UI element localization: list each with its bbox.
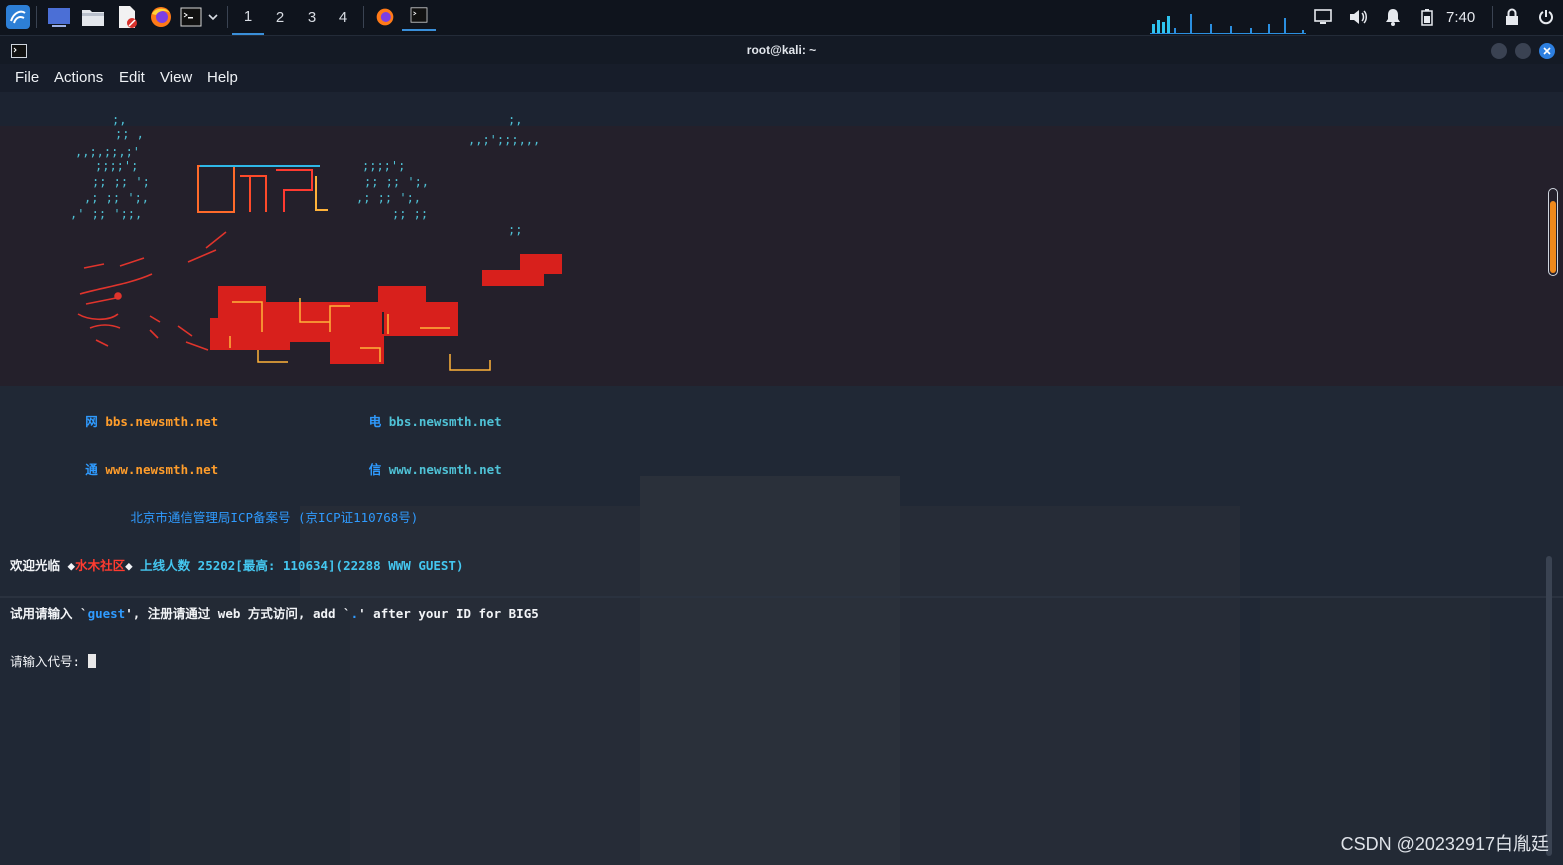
terminal-window: ;, ;; , ,,;,;;,;' ;;;;'; ;; ;; '; ,; ;; … [0,36,1563,865]
lock-icon[interactable] [1502,4,1522,30]
svg-text:,' ;; ';;,: ,' ;; ';;, [70,207,142,221]
svg-text:,,;';;;,,,: ,,;';;;,,, [468,133,540,147]
volume-icon[interactable] [1347,4,1369,30]
cpu-usage-graph [1150,14,1306,34]
svg-text:;,: ;, [508,113,522,127]
terminal-output[interactable]: 网 bbs.newsmth.net 电 bbs.newsmth.net 通 ww… [10,382,539,702]
terminal-line: 欢迎光临 ◆水木社区◆ 上线人数 25202[最高: 110634](22288… [10,558,539,574]
svg-text:;,: ;, [112,113,126,127]
isp-label: 通 [85,462,98,477]
menu-file[interactable]: File [15,69,39,86]
guest-hint: 试用请输入 ` [10,606,88,621]
svg-text:;; ;; ';: ;; ;; '; [92,175,150,189]
window-titlebar[interactable]: root@kali: ~ [0,36,1563,64]
svg-text:;; ;;: ;; ;; [392,207,428,221]
workspace-2[interactable]: 2 [264,0,296,35]
svg-text:,,;,;;,;': ,,;,;;,;' [75,145,140,159]
panel-separator [1492,6,1493,28]
desktop-icon[interactable] [46,4,72,30]
big5-dot: . [350,606,359,621]
text-editor-icon[interactable] [114,4,140,30]
csdn-watermark: CSDN @20232917白胤廷 [1340,834,1549,854]
firefox-icon[interactable] [148,4,174,30]
workspace-1[interactable]: 1 [232,0,264,35]
minimize-button[interactable] [1491,43,1507,59]
welcome-text: ◆ [125,558,141,573]
terminal-line: 试用请输入 `guest', 注册请通过 web 方式访问, add `.' a… [10,606,539,622]
welcome-text: 欢迎光临 ◆ [10,558,76,573]
window-title: root@kali: ~ [746,43,817,57]
workspace-3[interactable]: 3 [296,0,328,35]
menu-view[interactable]: View [160,69,192,86]
workspace-4[interactable]: 4 [327,0,359,35]
svg-text:;;: ;; [508,223,522,237]
maximize-button[interactable] [1515,43,1531,59]
taskbar-firefox-icon[interactable] [372,4,398,30]
terminal-icon[interactable] [179,4,203,30]
kali-menu-icon[interactable] [4,4,32,30]
host-link: bbs.newsmth.net [388,414,502,429]
svg-text:,; ;; ';,: ,; ;; ';, [84,191,149,205]
svg-text:;; ;; ';,: ;; ;; ';, [364,175,429,189]
terminal-line: 通 www.newsmth.net 信 www.newsmth.net [10,462,539,478]
terminal-scrollbar[interactable] [1546,556,1552,856]
guest-hint: ', 注册请通过 web 方式访问, add ` [125,606,351,621]
host-link: www.newsmth.net [388,462,502,477]
isp-label: 信 [368,462,382,477]
chevron-down-icon[interactable] [205,4,221,30]
svg-text:;;;;';: ;;;;'; [362,159,405,173]
taskbar-terminal-icon[interactable] [402,0,436,31]
guest-hint: ' after your ID for BIG5 [358,606,539,621]
close-button[interactable] [1539,43,1555,59]
panel-separator [36,6,37,28]
power-icon[interactable] [1535,4,1557,30]
isp-label: 电 [368,414,382,429]
guest-word: guest [87,606,126,621]
svg-text:;;;;';: ;;;;'; [95,159,138,173]
isp-label: 网 [85,414,98,429]
panel-separator [363,6,364,28]
notification-bell-icon[interactable] [1382,4,1404,30]
svg-text:;; ,: ;; , [115,127,144,141]
menu-help[interactable]: Help [207,69,238,86]
embedded-scrollbar-thumb [1550,201,1556,273]
login-prompt: 请输入代号: [10,654,88,669]
close-icon [1543,47,1551,55]
terminal-line[interactable]: 请输入代号: [10,654,539,670]
menu-edit[interactable]: Edit [119,69,145,86]
network-icon[interactable] [1312,4,1334,30]
text-cursor[interactable] [87,654,96,668]
online-count: 上线人数 25202[最高: 110634](22288 WWW GUEST) [140,558,464,573]
panel-separator [227,6,228,28]
file-manager-icon[interactable] [80,4,106,30]
menu-bar: File Actions Edit View Help [0,64,1563,92]
icp-record: 北京市通信管理局ICP备案号 (京ICP证110768号) [130,510,419,525]
menu-actions[interactable]: Actions [54,69,103,86]
host-link: bbs.newsmth.net [105,414,219,429]
site-name: 水木社区 [75,558,126,573]
terminal-line: 网 bbs.newsmth.net 电 bbs.newsmth.net [10,414,539,430]
top-panel: 1 2 3 4 7:40 [0,0,1563,36]
host-link: www.newsmth.net [105,462,219,477]
svg-text:,; ;; ';,: ,; ;; ';, [356,191,421,205]
terminal-line: 北京市通信管理局ICP备案号 (京ICP证110768号) [10,510,539,526]
clock[interactable]: 7:40 [1446,0,1475,35]
battery-icon[interactable] [1417,4,1437,30]
